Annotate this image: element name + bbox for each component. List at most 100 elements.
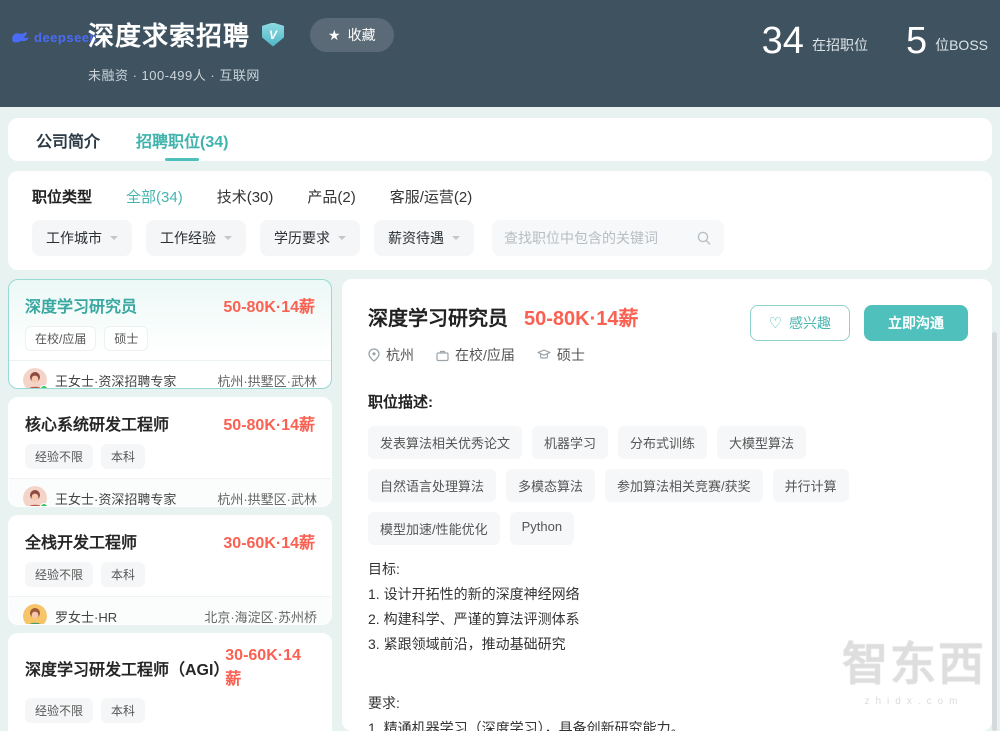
job-tag: 本科 xyxy=(101,444,145,469)
job-salary: 30-60K·14薪 xyxy=(225,647,315,689)
category-product[interactable]: 产品(2) xyxy=(307,186,355,207)
recruiter-name: 罗女士·HR xyxy=(55,607,196,626)
job-requirements: 要求: 1. 精通机器学习（深度学习），具备创新研究能力。 2. 编程能力出色，… xyxy=(368,691,966,731)
chat-now-button[interactable]: 立即沟通 xyxy=(864,305,968,341)
stat-boss-count: 5 位BOSS xyxy=(906,22,988,60)
detail-degree-label: 硕士 xyxy=(557,345,585,365)
category-ops[interactable]: 客服/运营(2) xyxy=(390,186,473,207)
job-tag: 本科 xyxy=(101,698,145,723)
keyword-search-input[interactable] xyxy=(504,230,696,246)
page-title: 深度求索招聘 xyxy=(88,16,250,53)
interested-button[interactable]: ♡ 感兴趣 xyxy=(750,305,850,341)
briefcase-icon xyxy=(436,349,449,362)
tab-bar: 公司简介 招聘职位(34) xyxy=(8,118,992,161)
job-detail-panel: 深度学习研究员 50-80K·14薪 ♡ 感兴趣 立即沟通 杭州 xyxy=(342,279,992,731)
recruiter-name: 王女士·资深招聘专家 xyxy=(55,371,209,390)
job-list: 深度学习研究员 50-80K·14薪 在校/应届 硕士 王女士·资深招聘专家 杭… xyxy=(8,279,332,731)
tab-company-intro[interactable]: 公司简介 xyxy=(36,118,100,161)
stat-value: 5 xyxy=(906,22,927,60)
tab-open-positions[interactable]: 招聘职位(34) xyxy=(136,118,228,161)
graduation-cap-icon xyxy=(537,349,551,361)
company-header: deepseek 深度求索招聘 V ★ 收藏 未融资 · 100-499人 · … xyxy=(0,0,1000,107)
detail-degree: 硕士 xyxy=(537,345,585,365)
chevron-down-icon xyxy=(224,236,232,244)
vertical-scrollbar[interactable] xyxy=(992,332,997,731)
chevron-down-icon xyxy=(110,236,118,244)
filter-panel: 职位类型 全部(34) 技术(30) 产品(2) 客服/运营(2) 工作城市 工… xyxy=(8,171,992,270)
keyword-tag: 模型加速/性能优化 xyxy=(368,512,500,545)
keyword-tag: 并行计算 xyxy=(773,469,849,502)
stat-value: 34 xyxy=(762,22,804,60)
recruiter-avatar xyxy=(23,486,47,507)
keyword-tag: 分布式训练 xyxy=(618,426,707,459)
company-meta: 未融资 · 100-499人 · 互联网 xyxy=(88,65,394,84)
category-tech[interactable]: 技术(30) xyxy=(217,186,274,207)
job-card-core-system-engineer[interactable]: 核心系统研发工程师 50-80K·14薪 经验不限 本科 王女士·资深招聘专家 … xyxy=(8,397,332,507)
job-title: 深度学习研究员 xyxy=(25,293,137,317)
stat-open-jobs: 34 在招职位 xyxy=(762,22,868,60)
job-card-fullstack-engineer[interactable]: 全栈开发工程师 30-60K·14薪 经验不限 本科 罗女士·HR 北京·海淀区… xyxy=(8,515,332,625)
job-location: 北京·海淀区·苏州桥 xyxy=(204,607,317,626)
job-title: 核心系统研发工程师 xyxy=(25,411,169,435)
header-stats: 34 在招职位 5 位BOSS xyxy=(762,22,988,60)
goals-label: 目标: xyxy=(368,557,966,582)
job-salary: 50-80K·14薪 xyxy=(223,293,315,317)
keyword-tag: 参加算法相关竞赛/获奖 xyxy=(605,469,763,502)
job-tag: 经验不限 xyxy=(25,444,93,469)
job-tag: 本科 xyxy=(101,562,145,587)
category-all[interactable]: 全部(34) xyxy=(126,186,183,207)
job-tag: 经验不限 xyxy=(25,562,93,587)
filter-experience-dropdown[interactable]: 工作经验 xyxy=(146,220,246,256)
keyword-tag: Python xyxy=(510,512,574,545)
favorite-button[interactable]: ★ 收藏 xyxy=(310,18,394,52)
job-card-deep-learning-researcher[interactable]: 深度学习研究员 50-80K·14薪 在校/应届 硕士 王女士·资深招聘专家 杭… xyxy=(8,279,332,389)
company-recruit-page: deepseek 深度求索招聘 V ★ 收藏 未融资 · 100-499人 · … xyxy=(0,0,1000,731)
filter-salary-dropdown[interactable]: 薪资待遇 xyxy=(374,220,474,256)
job-location: 杭州·拱墅区·武林 xyxy=(217,489,317,508)
keyword-tag: 自然语言处理算法 xyxy=(368,469,496,502)
keyword-tag: 多模态算法 xyxy=(506,469,595,502)
requirement-item: 1. 精通机器学习（深度学习），具备创新研究能力。 xyxy=(368,716,966,731)
job-tag: 硕士 xyxy=(104,326,148,351)
keyword-tag: 机器学习 xyxy=(532,426,608,459)
job-goals: 目标: 1. 设计开拓性的新的深度神经网络 2. 构建科学、严谨的算法评测体系 … xyxy=(368,557,966,657)
job-salary: 50-80K·14薪 xyxy=(223,411,315,435)
detail-job-title: 深度学习研究员 xyxy=(368,302,508,331)
job-type-label: 职位类型 xyxy=(32,186,92,207)
interested-label: 感兴趣 xyxy=(789,313,831,333)
filter-experience-label: 工作经验 xyxy=(160,228,216,248)
recruiter-avatar xyxy=(23,368,47,389)
filter-degree-label: 学历要求 xyxy=(274,228,330,248)
keyword-tag: 大模型算法 xyxy=(717,426,806,459)
chevron-down-icon xyxy=(338,236,346,244)
job-location: 杭州·拱墅区·武林 xyxy=(217,371,317,390)
filter-city-dropdown[interactable]: 工作城市 xyxy=(32,220,132,256)
search-icon xyxy=(696,230,712,246)
online-dot xyxy=(40,503,48,507)
detail-job-salary: 50-80K·14薪 xyxy=(524,302,639,331)
filter-city-label: 工作城市 xyxy=(46,228,102,248)
filter-degree-dropdown[interactable]: 学历要求 xyxy=(260,220,360,256)
goal-item: 1. 设计开拓性的新的深度神经网络 xyxy=(368,582,966,607)
stat-label: 位BOSS xyxy=(935,35,988,60)
heart-icon: ♡ xyxy=(769,314,782,332)
job-title: 全栈开发工程师 xyxy=(25,529,137,553)
detail-experience-label: 在校/应届 xyxy=(455,345,515,365)
filter-salary-label: 薪资待遇 xyxy=(388,228,444,248)
detail-city: 杭州 xyxy=(368,345,414,365)
job-salary: 30-60K·14薪 xyxy=(223,529,315,553)
location-pin-icon xyxy=(368,348,380,362)
goal-item: 2. 构建科学、严谨的算法评测体系 xyxy=(368,607,966,632)
job-tag: 经验不限 xyxy=(25,698,93,723)
job-description-label: 职位描述: xyxy=(368,391,966,412)
star-icon: ★ xyxy=(328,28,341,42)
detail-city-label: 杭州 xyxy=(386,345,414,365)
favorite-label: 收藏 xyxy=(348,25,376,45)
job-tag: 在校/应届 xyxy=(25,326,96,351)
job-card-deep-learning-engineer-agi[interactable]: 深度学习研发工程师（AGI） 30-60K·14薪 经验不限 本科 罗女士·HR… xyxy=(8,633,332,731)
detail-experience: 在校/应届 xyxy=(436,345,515,365)
keyword-search-box[interactable] xyxy=(492,220,724,256)
requirements-label: 要求: xyxy=(368,691,966,716)
recruiter-name: 王女士·资深招聘专家 xyxy=(55,489,209,508)
keyword-tag: 发表算法相关优秀论文 xyxy=(368,426,522,459)
